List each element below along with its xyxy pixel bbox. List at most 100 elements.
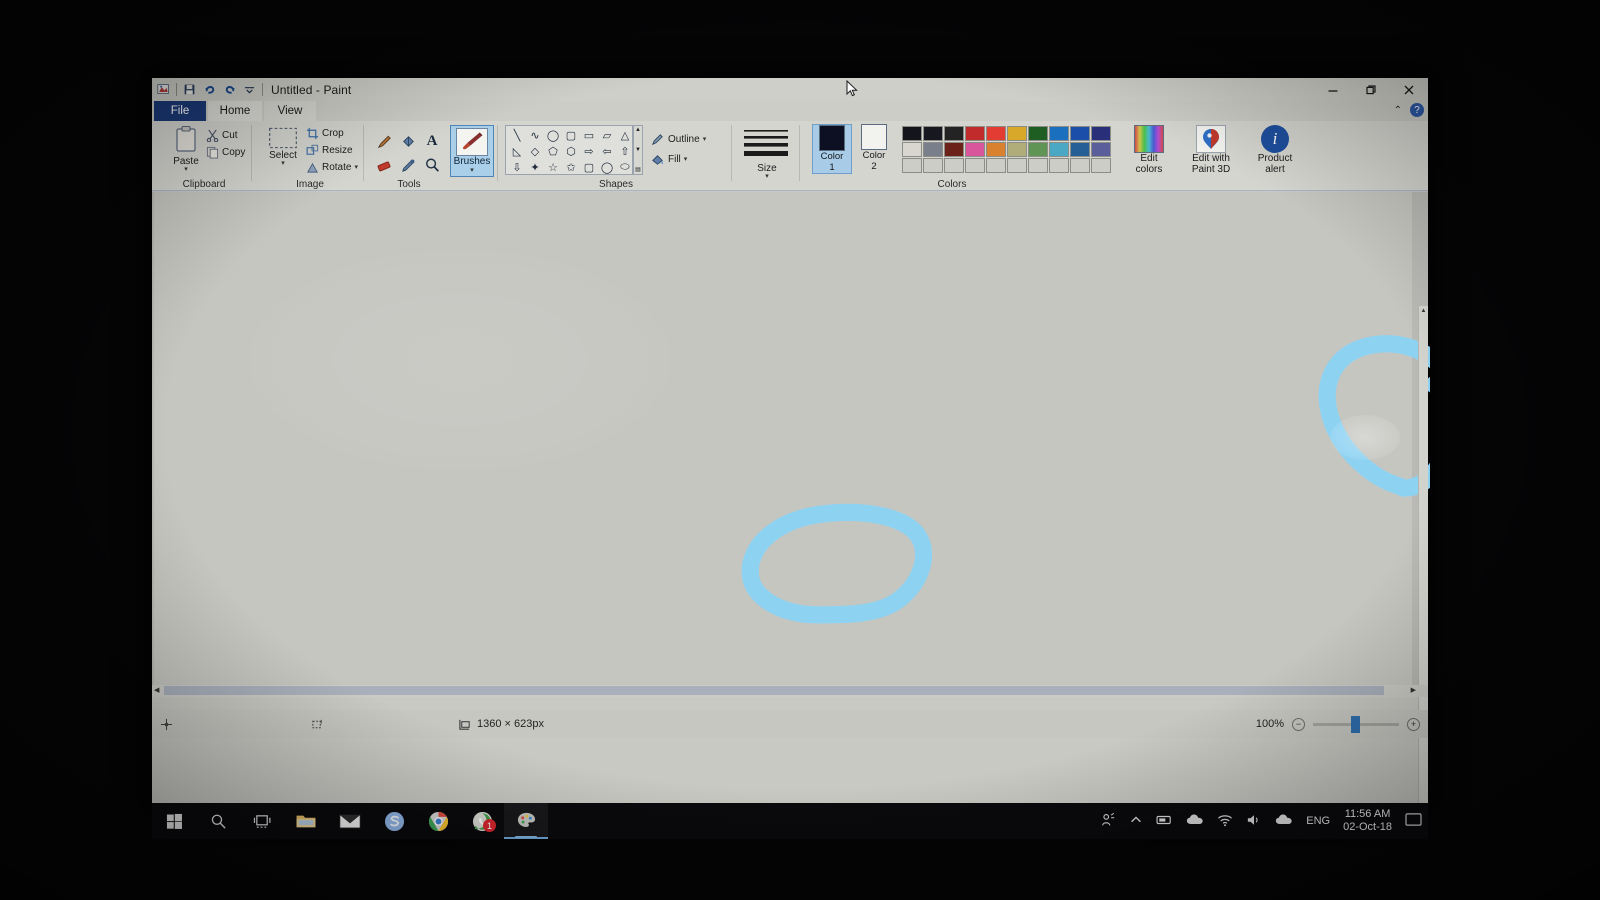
- whatsapp-button[interactable]: 1: [460, 803, 504, 839]
- palette-swatch-0-8[interactable]: [1070, 126, 1090, 141]
- tab-file[interactable]: File: [154, 101, 206, 121]
- shape-item-10[interactable]: ⬡: [562, 143, 580, 159]
- shape-item-1[interactable]: ∿: [526, 127, 544, 143]
- edit-colors-button[interactable]: Edit colors: [1122, 125, 1176, 175]
- size-button[interactable]: Size ▾: [742, 127, 792, 180]
- fill-with-color-tool-button[interactable]: [396, 129, 420, 153]
- color-2-button[interactable]: Color 2: [854, 124, 894, 172]
- onedrive-icon[interactable]: [1186, 813, 1204, 829]
- save-icon[interactable]: [182, 82, 197, 97]
- shapes-grid[interactable]: ╲ ∿ ◯ ▢ ▭ ▱ △ ◺ ◇ ⬠ ⬡ ⇨ ⇦ ⇧ ⇩ ✦ ☆ ✩ ▢ ◯ ⬭: [506, 126, 632, 175]
- shape-item-20[interactable]: ⬭: [616, 159, 634, 175]
- rotate-button[interactable]: Rotate ▾: [306, 159, 358, 176]
- palette-swatch-2-9[interactable]: [1091, 158, 1111, 173]
- drawing-canvas[interactable]: [154, 192, 1430, 690]
- fill-dropdown-icon[interactable]: ▾: [684, 156, 688, 163]
- palette-swatch-1-9[interactable]: [1091, 142, 1111, 157]
- shape-item-14[interactable]: ⇩: [508, 159, 526, 175]
- shape-item-0[interactable]: ╲: [508, 127, 526, 143]
- pencil-tool-button[interactable]: [372, 129, 396, 153]
- color-picker-tool-button[interactable]: [396, 153, 420, 177]
- outline-dropdown-icon[interactable]: ▾: [703, 136, 707, 143]
- redo-icon[interactable]: [222, 82, 237, 97]
- product-alert-button[interactable]: i Product alert: [1246, 125, 1304, 175]
- palette-swatch-0-5[interactable]: [1007, 126, 1027, 141]
- outline-button[interactable]: Outline ▾: [650, 129, 706, 149]
- shape-item-4[interactable]: ▭: [580, 127, 598, 143]
- palette-swatch-0-0[interactable]: [902, 126, 922, 141]
- file-explorer-button[interactable]: [284, 803, 328, 839]
- undo-icon[interactable]: [202, 82, 217, 97]
- zoom-slider-thumb[interactable]: [1351, 715, 1360, 733]
- meet-now-icon[interactable]: [1100, 812, 1116, 831]
- shape-item-18[interactable]: ▢: [580, 159, 598, 175]
- ribbon-right-controls[interactable]: ⌃ ?: [1394, 103, 1424, 117]
- edit-with-paint-3d-button[interactable]: Edit with Paint 3D: [1180, 125, 1242, 175]
- color-palette[interactable]: [902, 126, 1111, 173]
- palette-swatch-0-7[interactable]: [1049, 126, 1069, 141]
- crop-button[interactable]: Crop: [306, 125, 358, 142]
- shape-item-11[interactable]: ⇨: [580, 143, 598, 159]
- shape-item-2[interactable]: ◯: [544, 127, 562, 143]
- zoom-in-button[interactable]: +: [1407, 717, 1420, 731]
- select-button[interactable]: Select ▾: [262, 127, 304, 167]
- tab-view[interactable]: View: [264, 101, 316, 121]
- minimize-button[interactable]: [1314, 78, 1352, 101]
- color-2-swatch[interactable]: [861, 124, 887, 150]
- close-button[interactable]: [1390, 78, 1428, 101]
- start-button[interactable]: [152, 803, 196, 839]
- collapse-ribbon-icon[interactable]: ⌃: [1394, 105, 1402, 116]
- removable-media-icon[interactable]: [1156, 813, 1173, 830]
- volume-icon[interactable]: [1246, 813, 1262, 830]
- shapes-scroll-up-icon[interactable]: ▲: [635, 127, 641, 133]
- zoom-controls[interactable]: 100% − +: [1256, 715, 1420, 733]
- shape-item-5[interactable]: ▱: [598, 127, 616, 143]
- tab-home[interactable]: Home: [208, 101, 262, 121]
- palette-swatch-0-6[interactable]: [1028, 126, 1048, 141]
- palette-swatch-2-7[interactable]: [1049, 158, 1069, 173]
- palette-swatch-2-8[interactable]: [1070, 158, 1090, 173]
- restore-button[interactable]: [1352, 78, 1390, 101]
- shape-item-7[interactable]: ◺: [508, 143, 526, 159]
- chrome-button[interactable]: [416, 803, 460, 839]
- palette-swatch-1-8[interactable]: [1070, 142, 1090, 157]
- language-indicator[interactable]: ENG: [1306, 815, 1330, 827]
- select-dropdown-icon[interactable]: ▾: [281, 160, 285, 167]
- shape-item-6[interactable]: △: [616, 127, 634, 143]
- scroll-up-icon[interactable]: ▲: [1419, 306, 1428, 316]
- clock[interactable]: 11:56 AM 02-Oct-18: [1343, 808, 1392, 834]
- horizontal-scrollbar[interactable]: ◀ ▶: [152, 685, 1428, 697]
- shape-item-17[interactable]: ✩: [562, 159, 580, 175]
- shape-item-19[interactable]: ◯: [598, 159, 616, 175]
- palette-swatch-1-4[interactable]: [986, 142, 1006, 157]
- window-controls[interactable]: [1314, 78, 1428, 101]
- palette-swatch-2-2[interactable]: [944, 158, 964, 173]
- network-icon[interactable]: [1217, 813, 1233, 830]
- palette-swatch-1-2[interactable]: [944, 142, 964, 157]
- palette-swatch-1-5[interactable]: [1007, 142, 1027, 157]
- cut-button[interactable]: Cut: [206, 127, 245, 144]
- palette-swatch-2-3[interactable]: [965, 158, 985, 173]
- palette-swatch-0-1[interactable]: [923, 126, 943, 141]
- horizontal-scroll-thumb[interactable]: [164, 686, 1384, 695]
- fill-button[interactable]: Fill ▾: [650, 149, 706, 169]
- brushes-button[interactable]: Brushes ▾: [450, 125, 494, 177]
- paste-button[interactable]: Paste ▾: [164, 125, 208, 173]
- search-button[interactable]: [196, 803, 240, 839]
- copy-button[interactable]: Copy: [206, 144, 245, 161]
- cloud-sync-icon[interactable]: [1275, 813, 1293, 829]
- action-center-icon[interactable]: [1405, 812, 1422, 830]
- customize-quick-access-toolbar-icon[interactable]: [242, 82, 257, 97]
- palette-swatch-1-0[interactable]: [902, 142, 922, 157]
- palette-swatch-2-6[interactable]: [1028, 158, 1048, 173]
- scroll-right-icon[interactable]: ▶: [1411, 686, 1416, 694]
- text-tool-button[interactable]: A: [420, 129, 444, 153]
- skype-button[interactable]: [372, 803, 416, 839]
- color-1-swatch[interactable]: [819, 125, 845, 151]
- zoom-slider[interactable]: [1313, 715, 1399, 733]
- paste-dropdown-icon[interactable]: ▾: [184, 166, 188, 173]
- shape-item-16[interactable]: ☆: [544, 159, 562, 175]
- palette-swatch-1-1[interactable]: [923, 142, 943, 157]
- shapes-gallery[interactable]: ╲ ∿ ◯ ▢ ▭ ▱ △ ◺ ◇ ⬠ ⬡ ⇨ ⇦ ⇧ ⇩ ✦ ☆ ✩ ▢ ◯ ⬭: [505, 125, 633, 175]
- palette-swatch-2-4[interactable]: [986, 158, 1006, 173]
